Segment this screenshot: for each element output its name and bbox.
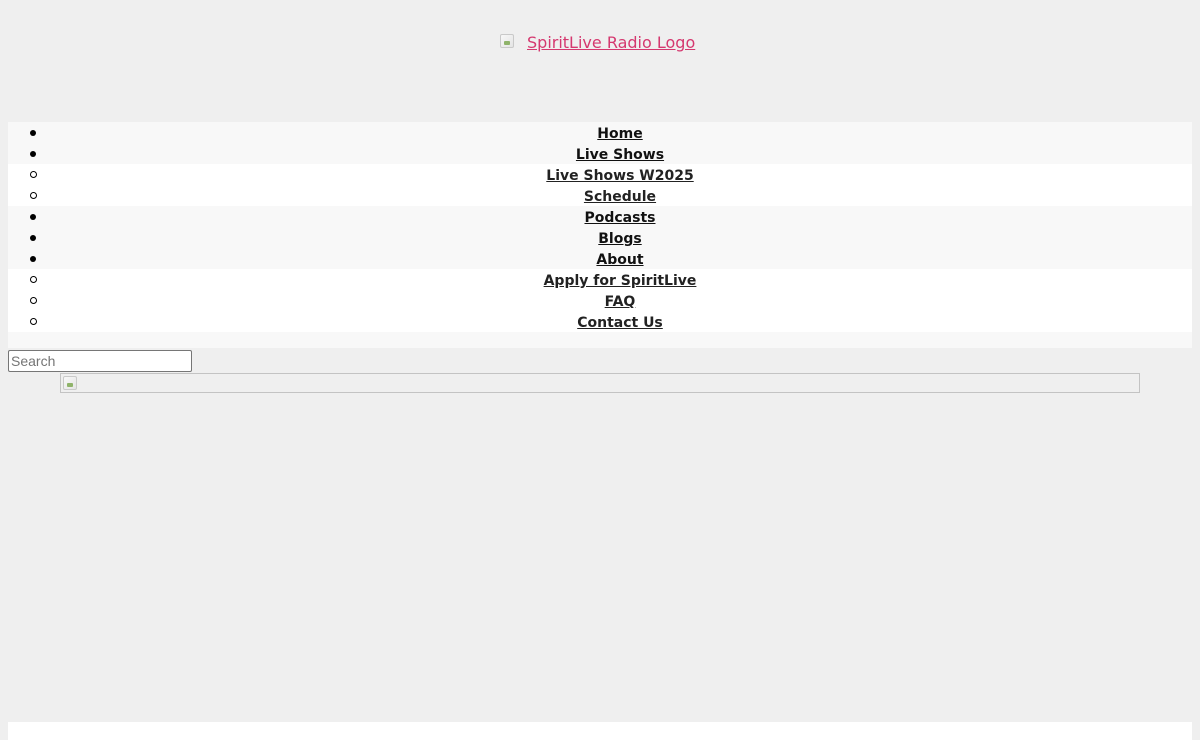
submenu-live-shows: Live Shows W2025 Schedule [8,164,1192,206]
search-input[interactable] [8,350,192,372]
nav-link-blogs[interactable]: Blogs [598,231,641,247]
nav-link-about[interactable]: About [596,252,643,268]
circle-bullet-icon [30,171,37,178]
circle-bullet-icon [30,276,37,283]
broken-image-icon [63,376,77,390]
nav-item-podcasts: Podcasts [8,206,1192,227]
nav-link-home[interactable]: Home [597,126,642,142]
nav-link-contact[interactable]: Contact Us [577,315,663,331]
bullet-icon [30,235,36,241]
nav-item-home: Home [8,122,1192,143]
bullet-icon [30,214,36,220]
nav-item-blogs: Blogs [8,227,1192,248]
nav-item-apply: Apply for SpiritLive [8,269,1192,290]
submenu-about: Apply for SpiritLive FAQ Contact Us [8,269,1192,332]
nav-link-faq[interactable]: FAQ [605,294,636,310]
nav-item-live-shows: Live Shows Live Shows W2025 Schedule [8,143,1192,206]
bullet-icon [30,151,36,157]
nav-link-schedule[interactable]: Schedule [584,189,656,205]
circle-bullet-icon [30,192,37,199]
footer-section [8,722,1192,740]
banner-image [60,373,1140,393]
broken-image-icon [500,34,514,48]
nav-link-podcasts[interactable]: Podcasts [584,210,655,226]
circle-bullet-icon [30,318,37,325]
nav-link-live-shows[interactable]: Live Shows [576,147,664,163]
main-navigation: Home Live Shows Live Shows W2025 Schedul… [8,122,1192,348]
site-logo[interactable]: SpiritLive Radio Logo [500,33,695,53]
nav-item-schedule: Schedule [8,185,1192,206]
nav-list: Home Live Shows Live Shows W2025 Schedul… [8,122,1192,332]
nav-link-live-shows-w2025[interactable]: Live Shows W2025 [546,168,693,184]
circle-bullet-icon [30,297,37,304]
nav-item-about: About Apply for SpiritLive FAQ Contact U… [8,248,1192,332]
nav-item-live-shows-w2025: Live Shows W2025 [8,164,1192,185]
bullet-icon [30,130,36,136]
logo-link[interactable]: SpiritLive Radio Logo [527,33,695,53]
page: SpiritLive Radio Logo Home Live Shows Li… [0,0,1200,740]
nav-item-faq: FAQ [8,290,1192,311]
bullet-icon [30,256,36,262]
nav-item-contact: Contact Us [8,311,1192,332]
nav-link-apply[interactable]: Apply for SpiritLive [544,273,697,289]
